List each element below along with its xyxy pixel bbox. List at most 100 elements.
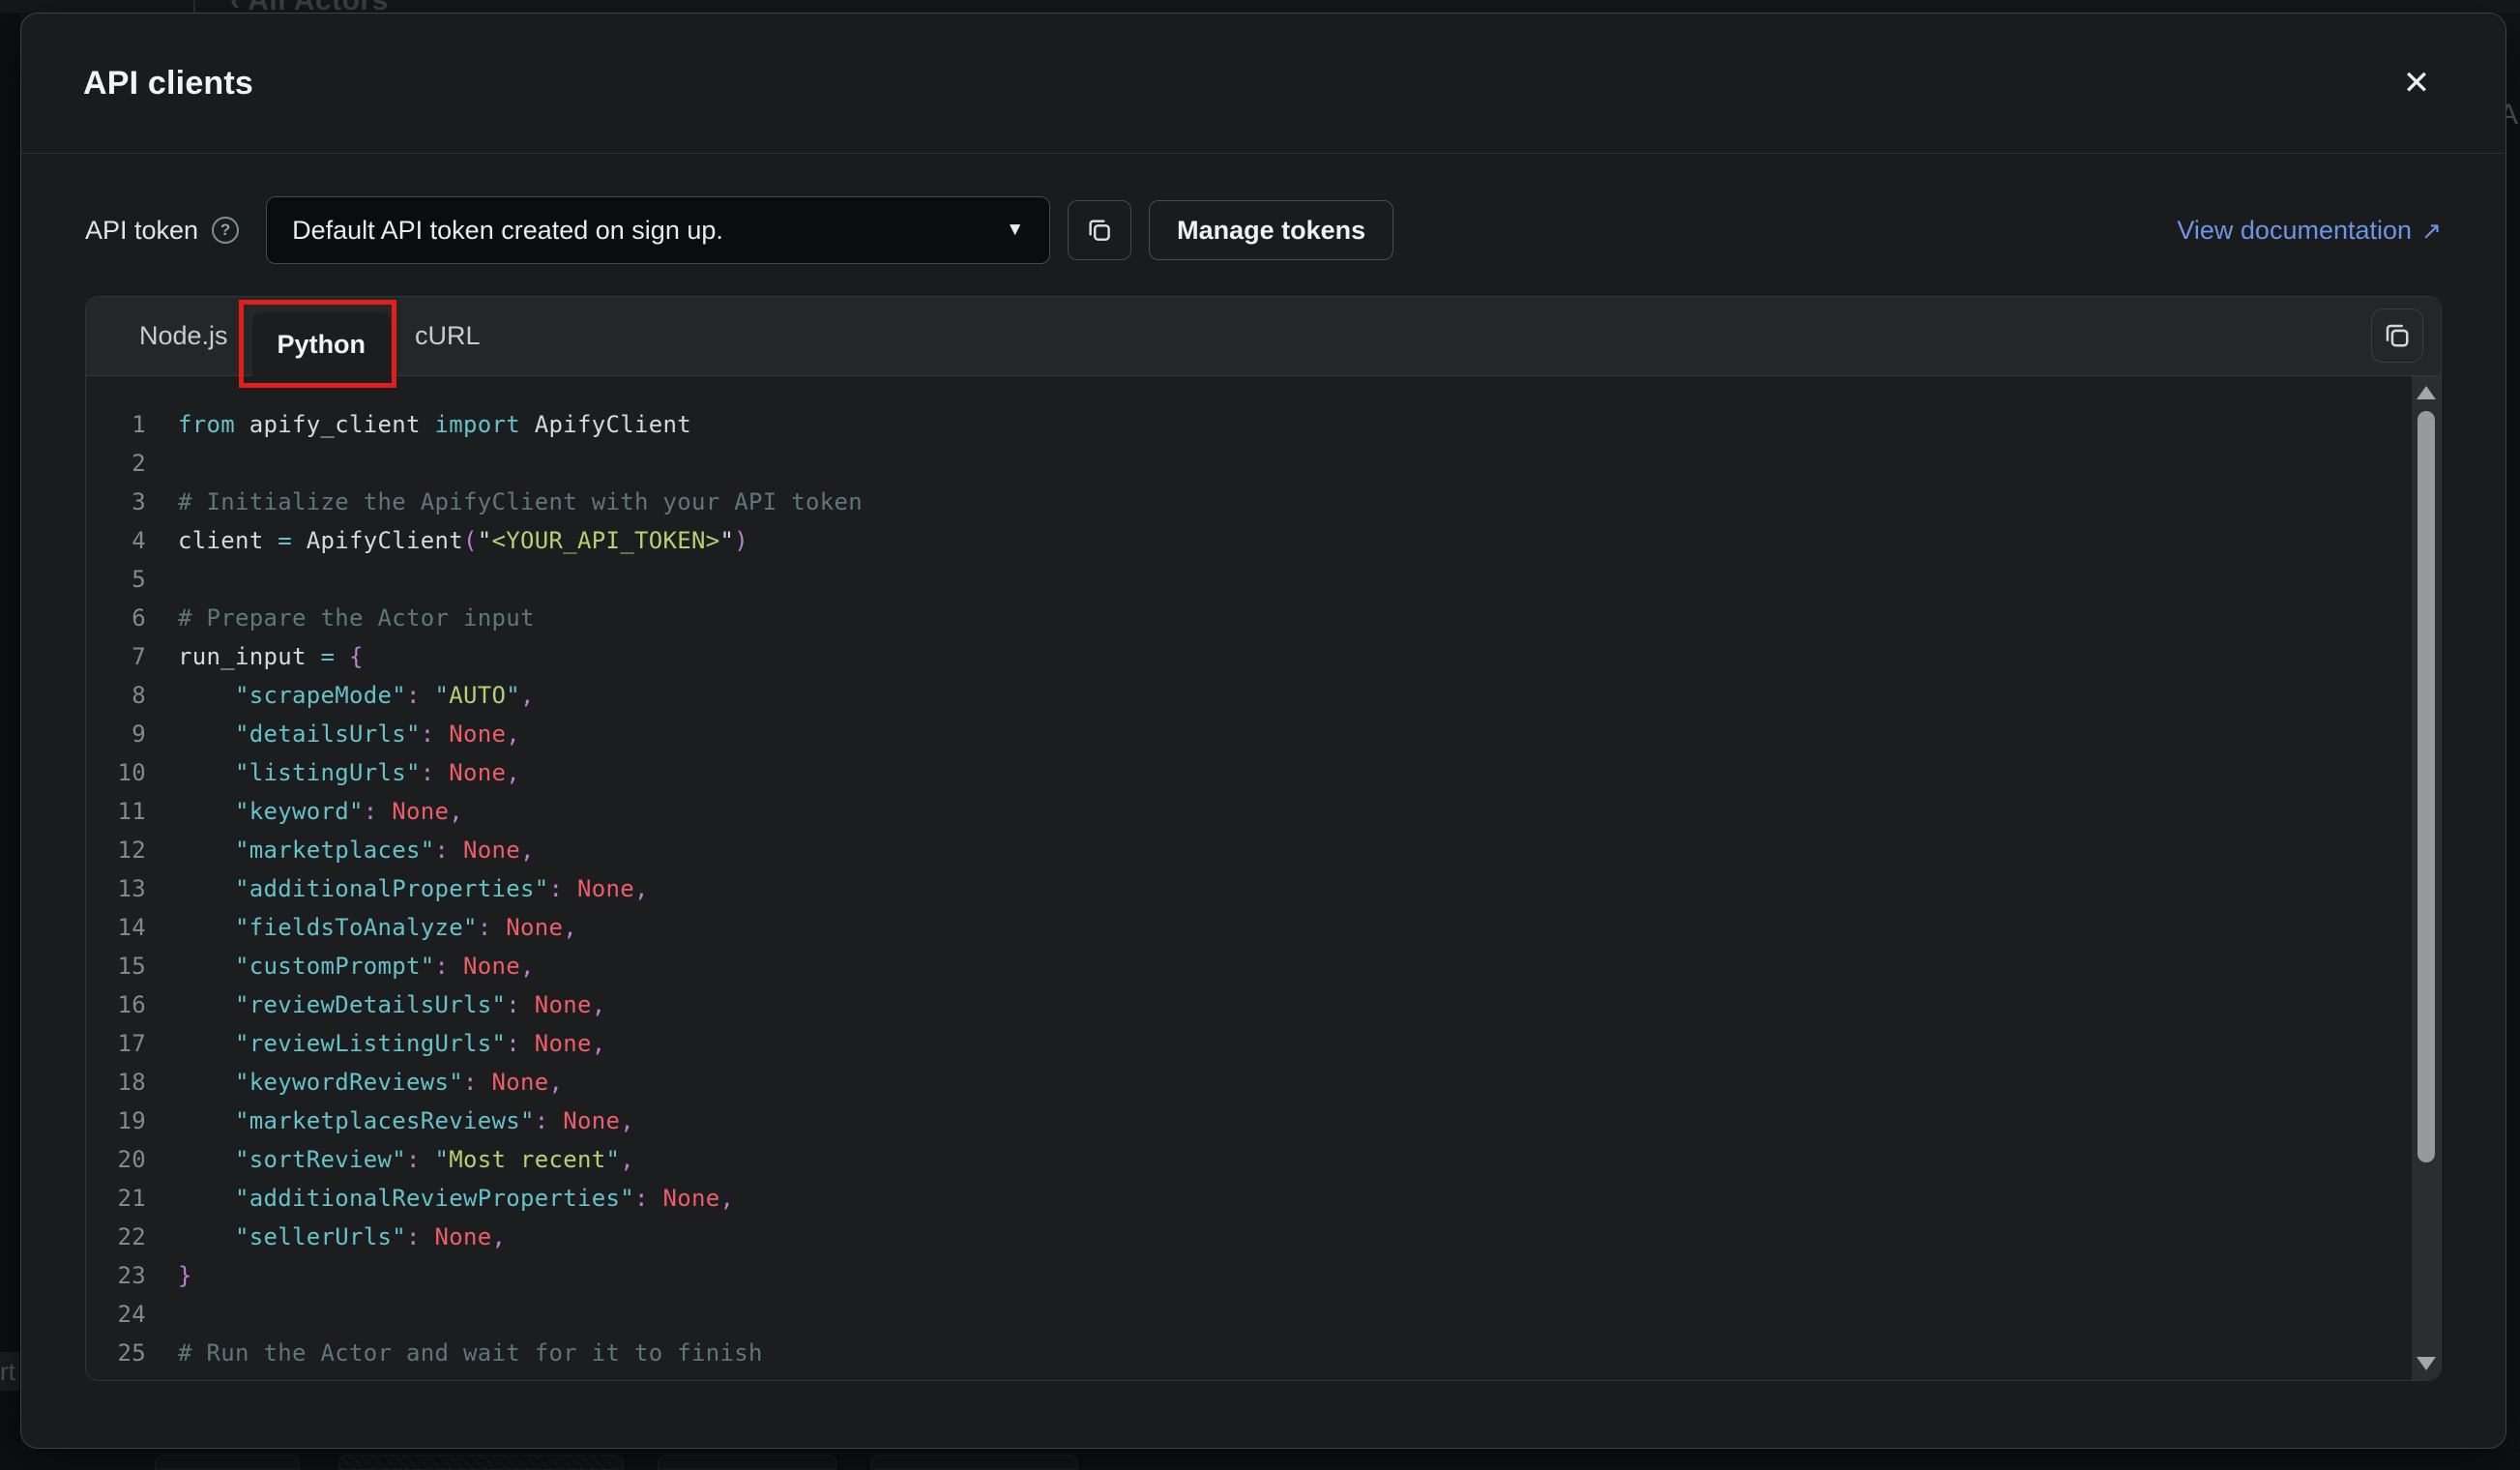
scroll-down-icon[interactable] [2417,1357,2436,1370]
manage-tokens-button[interactable]: Manage tokens [1149,200,1393,260]
language-tab-bar: Node.js Python cURL [86,297,2441,376]
api-token-label: API token [85,216,198,246]
modal-header: API clients ✕ [21,14,2505,154]
code-line: 18 "keywordReviews": None, [86,1063,2441,1102]
line-number: 8 [86,676,146,715]
code-text: client = ApifyClient("<YOUR_API_TOKEN>") [178,521,748,560]
line-number: 17 [86,1024,146,1063]
code-line: 20 "sortReview": "Most recent", [86,1140,2441,1179]
code-line: 1from apify_client import ApifyClient [86,405,2441,444]
copy-code-button[interactable] [2371,309,2423,363]
background-ghost-tab [870,1455,1078,1470]
code-line: 22 "sellerUrls": None, [86,1218,2441,1256]
code-line: 2 [86,444,2441,483]
code-text: "reviewListingUrls": None, [178,1024,605,1063]
code-text: "detailsUrls": None, [178,715,520,753]
copy-icon [2382,320,2413,351]
tab-python[interactable]: Python [252,312,392,376]
line-number: 10 [86,753,146,792]
line-number: 1 [86,405,146,444]
external-link-arrow-icon: ↗ [2421,217,2442,245]
line-number: 7 [86,637,146,676]
background-left-edge [0,13,20,1470]
tab-curl[interactable]: cURL [396,296,499,375]
view-documentation-label: View documentation [2177,216,2412,246]
code-text: # Run the Actor and wait for it to finis… [178,1334,763,1372]
line-number: 4 [86,521,146,560]
code-text: "listingUrls": None, [178,753,520,792]
code-line: 4 client = ApifyClient("<YOUR_API_TOKEN>"… [86,521,2441,560]
code-line: 25 # Run the Actor and wait for it to fin… [86,1334,2441,1372]
api-token-dropdown-value: Default API token created on sign up. [292,216,723,246]
close-icon[interactable]: ✕ [2389,56,2444,110]
code-text: "sortReview": "Most recent", [178,1140,634,1179]
code-editor[interactable]: 1from apify_client import ApifyClient23 #… [86,376,2441,1380]
line-number: 21 [86,1179,146,1218]
line-number: 2 [86,444,146,483]
line-number: 25 [86,1334,146,1372]
code-text: "marketplaces": None, [178,831,535,869]
code-line: 16 "reviewDetailsUrls": None, [86,985,2441,1024]
modal-body: API token ? Default API token created on… [21,154,2505,1381]
code-line: 9 "detailsUrls": None, [86,715,2441,753]
code-text: "additionalProperties": None, [178,869,649,908]
code-text: "customPrompt": None, [178,947,535,985]
help-icon[interactable]: ? [212,217,239,244]
line-number: 22 [86,1218,146,1256]
code-text: "fieldsToAnalyze": None, [178,908,577,947]
code-line: 13 "additionalProperties": None, [86,869,2441,908]
background-divider [193,0,195,13]
code-text: "scrapeMode": "AUTO", [178,676,535,715]
code-line: 8 "scrapeMode": "AUTO", [86,676,2441,715]
code-text: "reviewDetailsUrls": None, [178,985,605,1024]
scrollbar[interactable] [2412,376,2441,1380]
line-number: 3 [86,483,146,521]
line-number: 24 [86,1295,146,1334]
background-page-top: ‹ All Actors [0,0,2520,13]
code-line: 5 [86,560,2441,599]
line-number: 16 [86,985,146,1024]
code-line: 24 [86,1295,2441,1334]
line-number: 20 [86,1140,146,1179]
code-text: "keyword": None, [178,792,463,831]
code-line: 21 "additionalReviewProperties": None, [86,1179,2441,1218]
copy-icon [1085,216,1114,245]
scroll-up-icon[interactable] [2417,386,2436,399]
code-line: 11 "keyword": None, [86,792,2441,831]
code-text: run_input = { [178,637,364,676]
code-text: # Initialize the ApifyClient with your A… [178,483,863,521]
copy-token-button[interactable] [1068,200,1131,260]
code-line: 14 "fieldsToAnalyze": None, [86,908,2441,947]
modal-title: API clients [83,65,253,103]
api-token-dropdown[interactable]: Default API token created on sign up. ▼ [266,196,1050,264]
api-clients-modal: API clients ✕ API token ? Default API to… [20,13,2506,1449]
code-line: 3 # Initialize the ApifyClient with your … [86,483,2441,521]
code-text: } [178,1256,192,1295]
line-number: 12 [86,831,146,869]
code-line: 17 "reviewListingUrls": None, [86,1024,2441,1063]
line-number: 18 [86,1063,146,1102]
code-line: 7 run_input = { [86,637,2441,676]
line-number: 19 [86,1102,146,1140]
line-number: 11 [86,792,146,831]
code-text: "marketplacesReviews": None, [178,1102,634,1140]
api-token-row: API token ? Default API token created on… [85,196,2442,264]
line-number: 6 [86,599,146,637]
code-line: 15 "customPrompt": None, [86,947,2441,985]
scrollbar-thumb[interactable] [2417,411,2435,1162]
background-page-bottom [0,1449,2520,1470]
code-line: 23} [86,1256,2441,1295]
line-number: 9 [86,715,146,753]
background-text-fragment-left: rt [0,1352,19,1391]
code-line: 19 "marketplacesReviews": None, [86,1102,2441,1140]
code-line: 12 "marketplaces": None, [86,831,2441,869]
background-ghost-tab [658,1455,836,1470]
code-text: # Prepare the Actor input [178,599,535,637]
chevron-down-icon: ▼ [1006,220,1024,241]
background-ghost-tab [155,1455,300,1470]
api-client-code-panel: Node.js Python cURL 1from apify_client i… [85,296,2442,1381]
tab-nodejs[interactable]: Node.js [121,296,247,375]
code-text: "additionalReviewProperties": None, [178,1179,734,1218]
line-number: 14 [86,908,146,947]
view-documentation-link[interactable]: View documentation ↗ [2177,216,2442,246]
